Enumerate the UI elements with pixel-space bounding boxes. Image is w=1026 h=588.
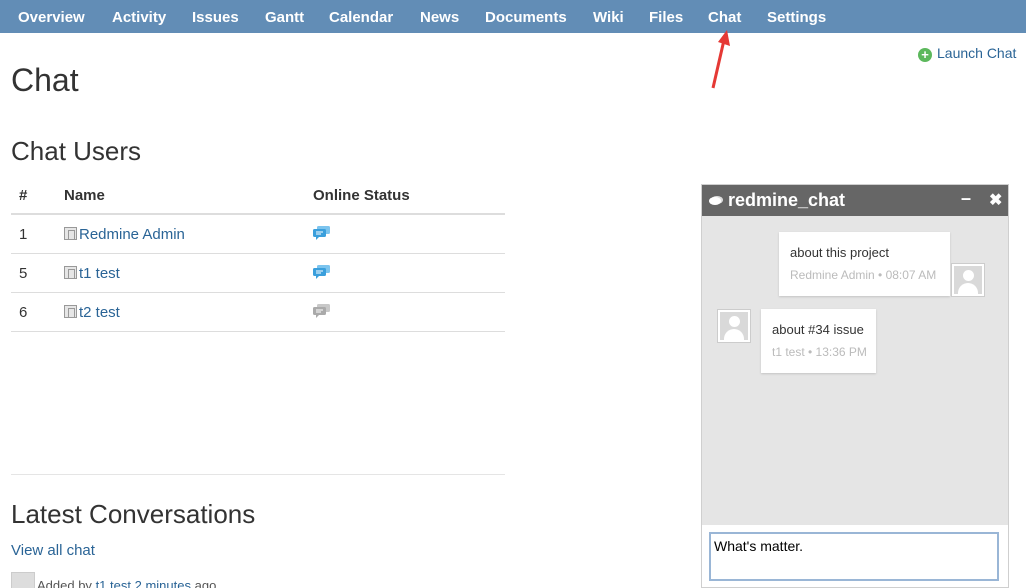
user-avatar-icon xyxy=(64,227,77,240)
avatar xyxy=(11,572,35,588)
tab-settings[interactable]: Settings xyxy=(767,9,826,26)
added-prefix: Added by xyxy=(37,578,92,588)
online-status-cell xyxy=(313,226,330,244)
table-row: 1 Redmine Admin xyxy=(11,215,505,254)
table-row: 6 t2 test xyxy=(11,293,505,332)
online-status-cell xyxy=(313,265,330,283)
launch-chat-link[interactable]: + Launch Chat xyxy=(918,45,1016,62)
time-link[interactable]: 2 minutes xyxy=(135,578,191,588)
tab-overview[interactable]: Overview xyxy=(18,9,85,26)
user-avatar-icon xyxy=(64,305,77,318)
online-chat-icon[interactable] xyxy=(313,226,330,240)
close-button[interactable]: ✖ xyxy=(989,190,1002,210)
chat-window-title: redmine_chat xyxy=(728,190,846,210)
avatar xyxy=(951,263,985,297)
section-divider xyxy=(11,474,505,475)
col-num-header: # xyxy=(19,187,28,204)
page-title: Chat xyxy=(11,62,79,98)
col-name-header: Name xyxy=(64,187,105,204)
user-number: 6 xyxy=(19,304,28,321)
user-avatar-icon xyxy=(64,266,77,279)
message-text: about this project xyxy=(790,245,890,260)
user-link[interactable]: t1 test xyxy=(79,265,120,282)
tab-chat[interactable]: Chat xyxy=(708,9,741,26)
tab-issues[interactable]: Issues xyxy=(192,9,239,26)
tab-wiki[interactable]: Wiki xyxy=(593,9,624,26)
chat-message: about this project Redmine Admin • 08:07… xyxy=(779,232,950,296)
table-row: 5 t1 test xyxy=(11,254,505,293)
chat-window: redmine_chat – ✖ about this project Redm… xyxy=(701,184,1009,588)
chat-input-area: What's matter. xyxy=(702,525,1008,587)
latest-conversations-heading: Latest Conversations xyxy=(11,499,256,529)
col-status-header: Online Status xyxy=(313,187,410,204)
chat-message-input[interactable]: What's matter. xyxy=(709,532,999,581)
message-meta: t1 test • 13:36 PM xyxy=(772,345,867,359)
user-name-cell: t2 test xyxy=(64,304,120,321)
tab-files[interactable]: Files xyxy=(649,9,683,26)
chat-message: about #34 issue t1 test • 13:36 PM xyxy=(761,309,876,373)
chat-users-heading: Chat Users xyxy=(11,136,142,166)
online-status-cell xyxy=(313,304,330,322)
message-text: about #34 issue xyxy=(772,322,864,337)
add-icon: + xyxy=(918,48,932,62)
offline-chat-icon xyxy=(313,304,330,318)
chat-window-header[interactable]: redmine_chat – ✖ xyxy=(702,185,1008,216)
user-number: 1 xyxy=(19,226,28,243)
avatar xyxy=(717,309,751,343)
project-menu: Overview Activity Issues Gantt Calendar … xyxy=(0,0,1026,33)
user-number: 5 xyxy=(19,265,28,282)
minimize-button[interactable]: – xyxy=(961,188,971,209)
user-name-cell: Redmine Admin xyxy=(64,226,185,243)
comments-icon xyxy=(709,196,723,205)
user-link[interactable]: t2 test xyxy=(79,304,120,321)
tab-gantt[interactable]: Gantt xyxy=(265,9,304,26)
tab-activity[interactable]: Activity xyxy=(112,9,166,26)
table-header: # Name Online Status xyxy=(11,176,505,215)
user-name-cell: t1 test xyxy=(64,265,120,282)
added-suffix: ago xyxy=(194,578,217,588)
online-chat-icon[interactable] xyxy=(313,265,330,279)
launch-chat-label: Launch Chat xyxy=(937,45,1017,61)
tab-documents[interactable]: Documents xyxy=(485,9,567,26)
user-link[interactable]: Redmine Admin xyxy=(79,226,185,243)
message-meta: Redmine Admin • 08:07 AM xyxy=(790,268,937,282)
author-link[interactable]: t1 test xyxy=(96,578,131,588)
annotation-arrow-icon xyxy=(711,30,730,89)
tab-calendar[interactable]: Calendar xyxy=(329,9,393,26)
view-all-chat-link[interactable]: View all chat xyxy=(11,542,95,559)
chat-users-table: # Name Online Status 1 Redmine Admin 5 t… xyxy=(11,176,505,332)
conversation-meta: Added by t1 test 2 minutes ago xyxy=(11,572,216,588)
tab-news[interactable]: News xyxy=(420,9,459,26)
